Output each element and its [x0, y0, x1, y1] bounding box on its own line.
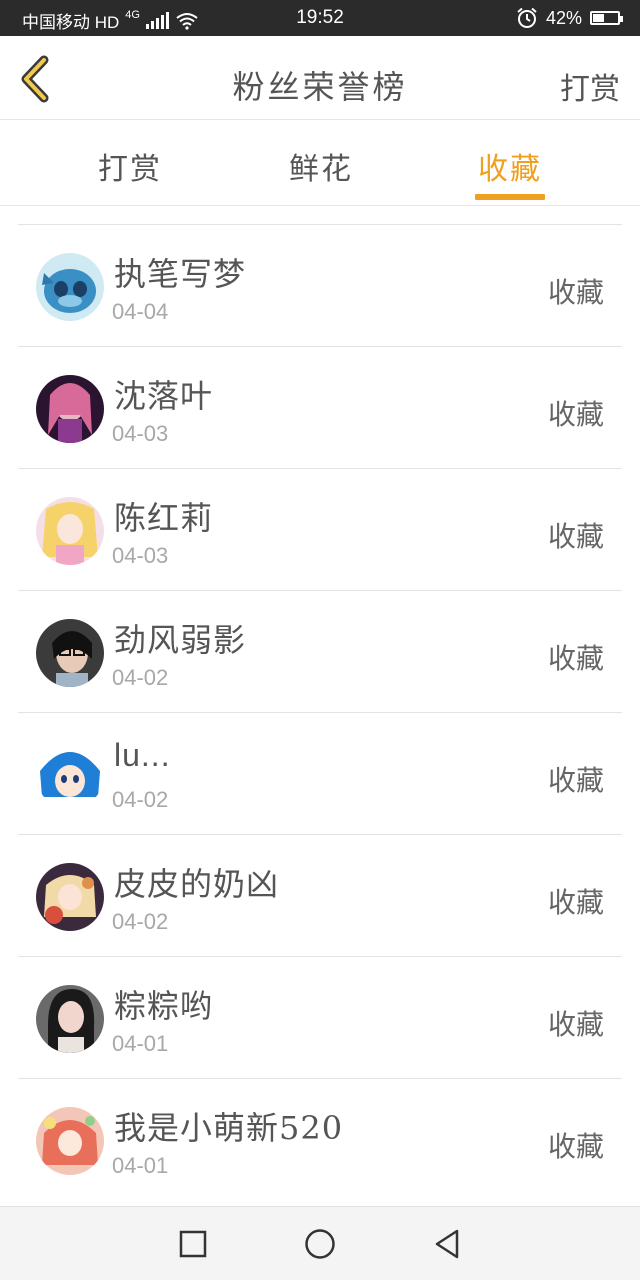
fan-date: 04-02 [112, 909, 169, 934]
avatar [36, 1107, 104, 1175]
fan-name: 粽粽哟 [114, 987, 214, 1025]
fan-action: 收藏 [547, 1130, 604, 1163]
avatar [36, 619, 104, 687]
fan-name: 劲风弱影 [114, 621, 247, 659]
fan-date: 04-03 [112, 543, 169, 568]
fan-name: 陈红莉 [114, 499, 214, 537]
avatar [36, 863, 104, 931]
fan-name: lu... [114, 737, 171, 773]
recents-button[interactable] [176, 1227, 210, 1261]
fan-action: 收藏 [547, 520, 604, 553]
fan-date: 04-04 [112, 299, 169, 324]
battery-percent: 42% [545, 7, 582, 28]
list-item[interactable]: 皮皮的奶凶 04-02 收藏 [18, 835, 622, 957]
tab-favorites[interactable]: 收藏 [460, 144, 560, 188]
avatar [36, 253, 104, 321]
reward-button[interactable]: 打赏 [560, 64, 620, 108]
circle-icon [305, 1229, 335, 1259]
avatar [36, 985, 104, 1053]
fan-action: 收藏 [547, 764, 604, 797]
list-item[interactable]: 劲风弱影 04-02 收藏 [18, 591, 622, 713]
tab-reward[interactable]: 打赏 [80, 144, 180, 188]
tab-flowers[interactable]: 鲜花 [271, 144, 371, 188]
status-bar: 中国移动 HD 4G 19:52 42% [0, 0, 640, 36]
fan-action: 收藏 [547, 886, 604, 919]
avatar [36, 497, 104, 565]
system-nav-bar [0, 1206, 640, 1280]
square-icon [179, 1230, 207, 1258]
fan-date: 04-01 [112, 1153, 169, 1178]
list-item[interactable]: 执笔写梦 04-04 收藏 [18, 225, 622, 347]
list-item[interactable]: 陈红莉 04-03 收藏 [18, 469, 622, 591]
page-title: 粉丝荣誉榜 [232, 68, 408, 106]
fan-name: 执笔写梦 [114, 255, 247, 293]
fan-date: 04-03 [112, 421, 169, 446]
fan-name: 沈落叶 [114, 377, 214, 415]
active-tab-indicator [475, 194, 545, 200]
fan-action: 收藏 [547, 276, 604, 309]
fan-action: 收藏 [547, 1008, 604, 1041]
home-button[interactable] [303, 1227, 337, 1261]
list-item[interactable]: lu... 04-02 收藏 [18, 713, 622, 835]
avatar [36, 375, 104, 443]
fan-name: 皮皮的奶凶 [114, 865, 280, 903]
fan-list: 执笔写梦 04-04 收藏 沈落叶 04-03 收藏 陈红莉 04-03 收藏 … [18, 224, 622, 1201]
tab-bar: 打赏 鲜花 收藏 [0, 120, 640, 206]
fan-date: 04-01 [112, 1031, 169, 1056]
fan-date: 04-02 [112, 665, 169, 690]
system-back-button[interactable] [430, 1227, 464, 1261]
triangle-back-icon [435, 1229, 459, 1259]
list-item[interactable]: 沈落叶 04-03 收藏 [18, 347, 622, 469]
list-item[interactable]: 粽粽哟 04-01 收藏 [18, 957, 622, 1079]
fan-action: 收藏 [547, 398, 604, 431]
app-header: 粉丝荣誉榜 打赏 [0, 36, 640, 120]
fan-date: 04-02 [112, 787, 169, 812]
status-bar-right: 42% [516, 7, 623, 29]
fan-name: 我是小萌新520 [114, 1109, 344, 1147]
alarm-icon [517, 7, 537, 28]
list-item[interactable]: 我是小萌新520 04-01 收藏 [18, 1079, 622, 1201]
battery-icon [590, 11, 623, 25]
fan-action: 收藏 [547, 642, 604, 675]
avatar [36, 741, 104, 809]
